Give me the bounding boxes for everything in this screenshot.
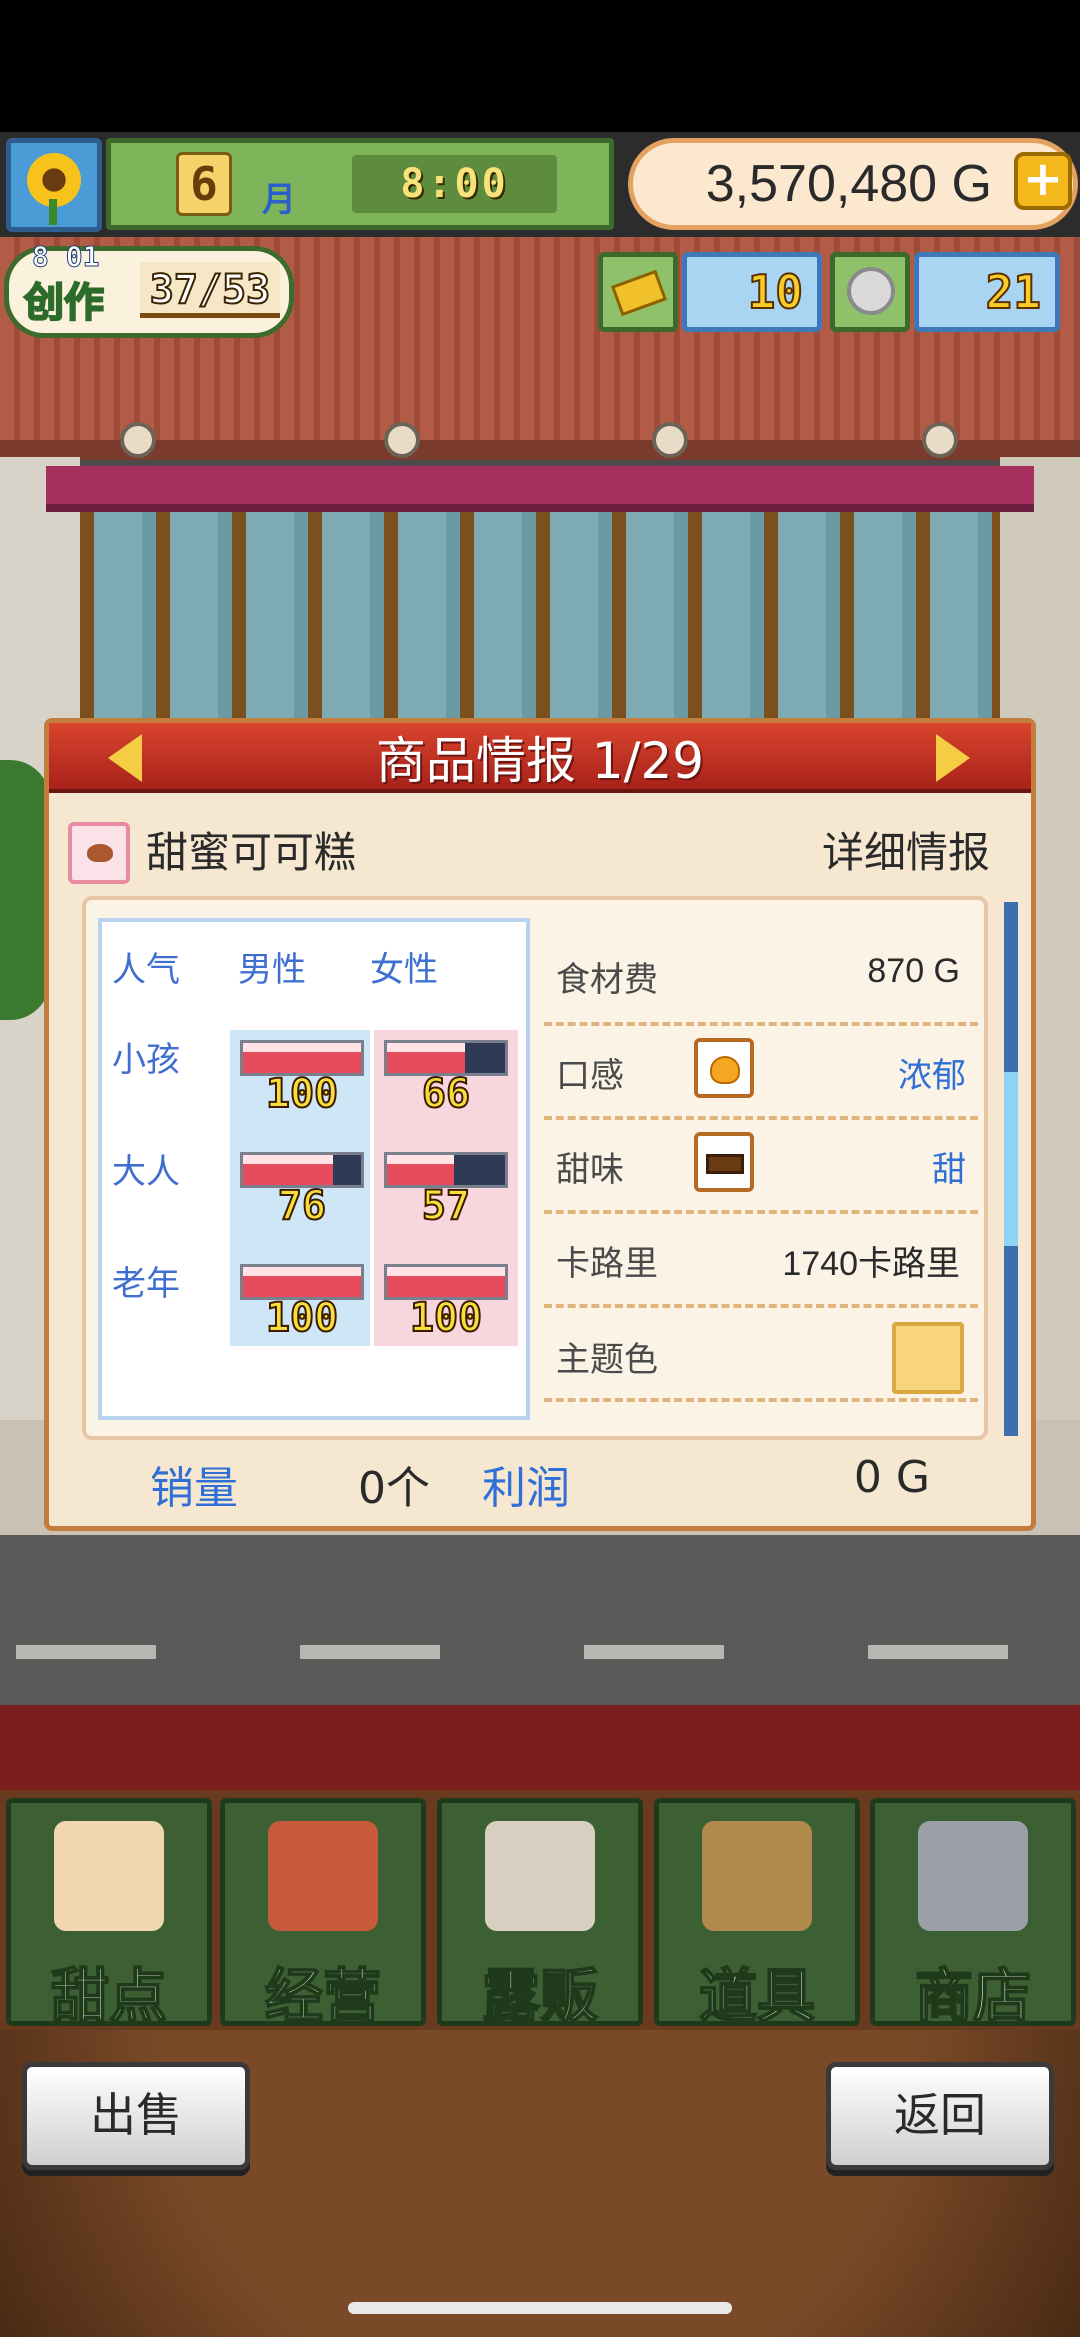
add-money-button[interactable]: + <box>1014 152 1072 210</box>
home-indicator[interactable] <box>348 2302 732 2314</box>
texture-label: 口感 <box>556 1056 624 1096</box>
texture-value: 浓郁 <box>898 1057 966 1095</box>
nav-food-truck-button[interactable]: 露贩 <box>437 1798 643 2031</box>
nav-desserts-button[interactable]: 甜点 <box>6 1798 212 2031</box>
popularity-bar-fill <box>387 1043 465 1073</box>
shop-awning <box>46 466 1034 512</box>
back-button[interactable]: 返回 <box>826 2062 1054 2170</box>
sales-value: 0个 <box>358 1463 430 1514</box>
sunflower-stem <box>49 199 57 225</box>
creation-count: 37/53 <box>140 262 280 318</box>
roof-lamp <box>922 422 958 458</box>
lane-marking <box>868 1645 1008 1659</box>
nav-store-button[interactable]: 商店 <box>870 1798 1076 2031</box>
profit-value: 0 G <box>853 1452 930 1503</box>
shopping-cart-icon <box>918 1821 1028 1931</box>
detail-info-link[interactable]: 详细情报 <box>700 822 990 884</box>
lane-marking <box>584 1645 724 1659</box>
food-truck-icon <box>485 1821 595 1931</box>
creation-timer: 8 01 <box>31 240 100 274</box>
coin-count: 21 <box>914 252 1060 332</box>
decorative-strip <box>0 1705 1080 1790</box>
plus-icon: + <box>1022 151 1064 207</box>
roof-lamp <box>384 422 420 458</box>
popularity-bar-fill <box>387 1267 505 1297</box>
ticket-shape <box>610 269 668 317</box>
popularity-header: 人气 <box>112 950 180 990</box>
cocoa-cake-icon <box>68 822 130 884</box>
sell-button[interactable]: 出售 <box>22 2062 250 2170</box>
tree <box>0 760 50 1020</box>
nav-management-button[interactable]: 经营 <box>220 1798 426 2031</box>
profit-label: 利润 <box>482 1463 570 1514</box>
sunflower-icon[interactable] <box>6 138 102 232</box>
status-bar <box>0 0 1080 132</box>
roof-edge <box>0 440 1080 460</box>
next-product-arrow-icon[interactable] <box>936 734 970 782</box>
panel-title: 商品情报 1/29 <box>375 732 705 790</box>
row-label-child: 小孩 <box>112 1040 180 1080</box>
nav-label: 甜点 <box>50 1961 168 2031</box>
cost-value: 870 G <box>867 952 960 990</box>
popularity-bar-fill <box>243 1267 361 1297</box>
sales-label: 销量 <box>150 1463 238 1514</box>
prev-product-arrow-icon[interactable] <box>108 734 142 782</box>
popularity-value: 57 <box>421 1183 471 1229</box>
creation-label: 创作 <box>23 279 105 327</box>
coin-shape <box>847 267 895 315</box>
popularity-value: 76 <box>277 1183 327 1229</box>
theme-color-label: 主题色 <box>556 1340 658 1380</box>
gold-ticket-icon <box>598 252 678 332</box>
nav-items-button[interactable]: 道具 <box>654 1798 860 2031</box>
row-label-adult: 大人 <box>112 1152 180 1192</box>
cost-label: 食材费 <box>556 960 658 1000</box>
money-amount: 3,570,480 G <box>640 148 992 220</box>
month-number: 6 <box>176 152 232 216</box>
roof-lamp <box>120 422 156 458</box>
popularity-bar-fill <box>243 1155 333 1185</box>
silver-coin-icon <box>830 252 910 332</box>
popularity-bar-fill <box>243 1043 361 1073</box>
nav-label: 道具 <box>698 1961 816 2031</box>
clock-time: 8:00 <box>352 155 557 213</box>
nav-label: 露贩 <box>481 1961 599 2031</box>
calorie-value: 1740卡路里 <box>782 1245 960 1283</box>
ticket-count: 10 <box>682 252 822 332</box>
money-unit: G <box>951 155 992 213</box>
theme-color-swatch <box>892 1322 964 1394</box>
nav-label: 经营 <box>264 1961 382 2031</box>
popularity-value: 100 <box>265 1071 339 1117</box>
nav-label: 商店 <box>914 1961 1032 2031</box>
popularity-value: 66 <box>421 1071 471 1117</box>
gear-bag-icon <box>702 1821 812 1931</box>
popularity-value: 100 <box>265 1295 339 1341</box>
male-header: 男性 <box>238 950 306 990</box>
shop-building-icon <box>268 1821 378 1931</box>
popularity-bar-fill <box>387 1155 455 1185</box>
calorie-label: 卡路里 <box>556 1244 658 1284</box>
female-header: 女性 <box>370 950 438 990</box>
roof-lamp <box>652 422 688 458</box>
popularity-value: 100 <box>409 1295 483 1341</box>
road <box>0 1535 1080 1705</box>
cake-icon <box>54 1821 164 1931</box>
product-name: 甜蜜可可糕 <box>146 828 357 877</box>
sweetness-label: 甜味 <box>556 1150 624 1190</box>
lane-marking <box>300 1645 440 1659</box>
month-label: 月 <box>262 180 296 220</box>
lane-marking <box>16 1645 156 1659</box>
info-scrollbar-thumb[interactable] <box>1004 1072 1018 1246</box>
sweetness-value: 甜 <box>932 1151 966 1189</box>
row-label-elder: 老年 <box>112 1264 180 1304</box>
money-value: 3,570,480 <box>705 155 938 213</box>
